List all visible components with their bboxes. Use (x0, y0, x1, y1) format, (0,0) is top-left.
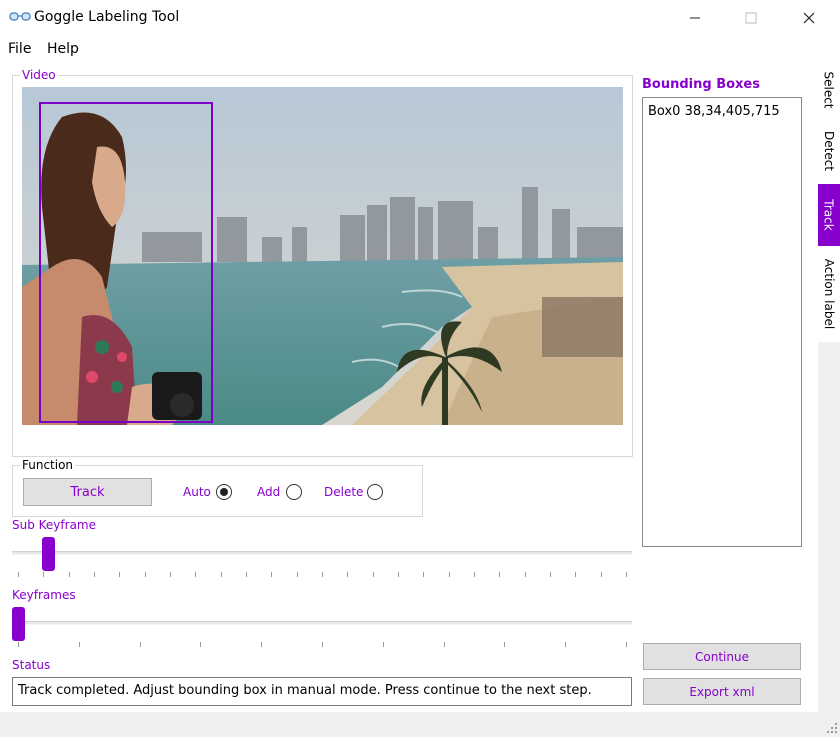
side-tabs: Select Detect Track Action label (818, 62, 840, 342)
menu-bar: File Help (0, 38, 840, 62)
slider-tick (68, 572, 70, 577)
status-label: Status (12, 658, 51, 672)
slider-tick (195, 572, 197, 577)
tab-track[interactable]: Track (818, 184, 840, 246)
slider-tick (261, 642, 263, 647)
slider-tick (322, 572, 323, 577)
slider-tick (18, 572, 19, 577)
slider-tick (474, 572, 475, 577)
slider-tick (626, 572, 627, 577)
slider-tick (398, 572, 399, 577)
slider-tick (78, 642, 80, 647)
keyframes-track[interactable] (12, 621, 632, 625)
slider-tick (144, 572, 146, 577)
slider-tick (200, 642, 202, 647)
slider-tick (271, 572, 273, 577)
minimize-icon (690, 17, 700, 19)
maximize-icon (745, 12, 757, 24)
menu-file[interactable]: File (8, 41, 31, 57)
tab-select-label: Select (822, 70, 836, 109)
radio-add-label[interactable]: Add (257, 485, 280, 499)
goggles-icon (9, 12, 31, 21)
radio-delete-label[interactable]: Delete (324, 485, 363, 499)
tab-action-label[interactable]: Action label (818, 249, 840, 339)
bounding-boxes-title: Bounding Boxes (642, 77, 760, 92)
list-item[interactable]: Box0 38,34,405,715 (648, 104, 780, 119)
slider-tick (296, 572, 298, 577)
slider-tick (575, 572, 577, 577)
slider-tick (382, 642, 384, 647)
close-icon (803, 12, 815, 24)
maximize-button[interactable] (728, 0, 774, 36)
tab-select[interactable]: Select (818, 62, 840, 117)
slider-tick (600, 572, 602, 577)
slider-tick (626, 642, 627, 647)
slider-tick (119, 572, 121, 577)
slider-tick (246, 572, 247, 577)
slider-tick (220, 572, 222, 577)
slider-tick (550, 572, 551, 577)
tab-detect-label: Detect (822, 130, 837, 172)
tab-panel-background (818, 342, 840, 712)
keyframes-label: Keyframes (12, 588, 76, 602)
function-group-title: Function (20, 458, 76, 472)
window-title: Goggle Labeling Tool (34, 9, 180, 25)
slider-tick (139, 642, 141, 647)
slider-tick (423, 572, 425, 577)
slider-tick (565, 642, 567, 647)
slider-tick (322, 642, 323, 647)
video-group-title: Video (20, 68, 58, 82)
keyframes-handle[interactable] (12, 607, 25, 641)
minimize-button[interactable] (672, 0, 718, 36)
slider-tick (504, 642, 506, 647)
title-bar: Goggle Labeling Tool (0, 0, 840, 36)
sub-keyframe-label: Sub Keyframe (12, 518, 96, 532)
status-text: Track completed. Adjust bounding box in … (12, 677, 632, 706)
bounding-boxes-list[interactable]: Box0 38,34,405,715 (642, 97, 802, 547)
bounding-box-overlay[interactable] (39, 102, 213, 423)
sub-keyframe-track[interactable] (12, 551, 632, 555)
radio-auto[interactable] (216, 484, 232, 500)
tab-detect[interactable]: Detect (818, 121, 840, 181)
slider-tick (170, 572, 171, 577)
slider-tick (443, 642, 445, 647)
radio-add[interactable] (286, 484, 302, 500)
radio-delete[interactable] (367, 484, 383, 500)
export-xml-button[interactable]: Export xml (643, 678, 801, 705)
status-strip (0, 712, 840, 737)
slider-tick (524, 572, 526, 577)
close-button[interactable] (786, 0, 832, 36)
slider-tick (499, 572, 501, 577)
slider-tick (448, 572, 450, 577)
tab-action-label-label: Action label (822, 258, 837, 330)
radio-auto-label[interactable]: Auto (183, 485, 211, 499)
slider-tick (18, 642, 19, 647)
track-button[interactable]: Track (23, 478, 152, 506)
slider-tick (94, 572, 95, 577)
resize-grip-icon[interactable] (826, 722, 838, 734)
slider-tick (372, 572, 374, 577)
sub-keyframe-handle[interactable] (42, 537, 56, 571)
tab-track-label: Track (822, 199, 836, 231)
continue-button[interactable]: Continue (643, 643, 801, 670)
slider-tick (347, 572, 349, 577)
slider-tick (43, 572, 45, 577)
menu-help[interactable]: Help (47, 41, 79, 57)
